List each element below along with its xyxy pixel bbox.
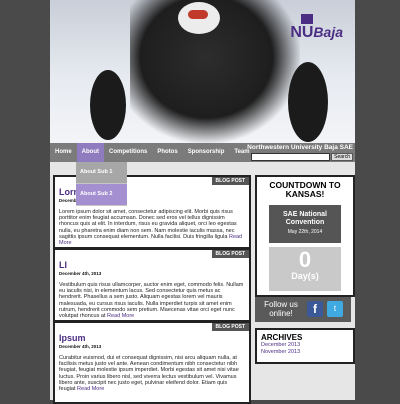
post-body: Curabitur euismod, dui et consequat dign… [59, 355, 245, 392]
blog-post: BLOG POST Ipsum December 4th, 2013 Curab… [53, 321, 251, 404]
countdown-heading: COUNTDOWN TO KANSAS! [269, 180, 341, 199]
follow-widget: Follow us online! f t [255, 297, 351, 322]
nav-about[interactable]: About [76, 143, 104, 162]
site-logo[interactable]: NUBaja [290, 24, 343, 42]
countdown-widget: COUNTDOWN TO KANSAS! SAE National Conven… [255, 175, 355, 297]
days-label: Day(s) [291, 271, 319, 281]
facebook-icon[interactable]: f [307, 301, 323, 317]
dropdown-item-about-sub-2[interactable]: About Sub 2 [76, 184, 127, 206]
post-title[interactable]: LI [59, 260, 249, 270]
post-date: December 4th, 2013 [59, 344, 102, 349]
dropdown-item-about-sub-1[interactable]: About Sub 1 [76, 162, 127, 184]
twitter-icon[interactable]: t [327, 301, 343, 317]
read-more-link[interactable]: Read More [107, 313, 134, 319]
hero-wheel-left [90, 70, 126, 140]
post-body: Lorem ipsum dolor sit amet, consectetur … [59, 209, 245, 246]
nav-sponsorship[interactable]: Sponsorship [183, 143, 230, 162]
nav-competitions[interactable]: Competitions [104, 143, 152, 162]
hero-wheel-right [288, 62, 328, 142]
search-button[interactable]: Search [331, 153, 353, 161]
nav-photos[interactable]: Photos [152, 143, 182, 162]
search-input[interactable] [251, 153, 331, 161]
hero-banner: NUBaja [50, 0, 355, 143]
archives-widget: ARCHIVES December 2013 November 2013 [255, 328, 355, 364]
post-tag: BLOG POST [211, 177, 249, 185]
days-number: 0 [298, 247, 312, 272]
follow-text: Follow us online! [264, 300, 298, 318]
read-more-link[interactable]: Read More [77, 386, 104, 392]
event-date: May 22th, 2014 [287, 229, 323, 235]
page-container: NUBaja Home About Competitions Photos Sp… [50, 0, 355, 404]
archive-link-november-2013[interactable]: November 2013 [261, 349, 353, 356]
logo-suffix: Baja [313, 24, 343, 40]
search-box: Search [251, 153, 353, 161]
post-body: Vestibulum quis risus ullamcorper, aucto… [59, 282, 245, 319]
post-text: Lorem ipsum dolor sit amet, consectetur … [59, 209, 237, 240]
logo-prefix: NU [290, 24, 314, 41]
archives-heading: ARCHIVES [261, 333, 303, 342]
main-nav: Home About Competitions Photos Sponsorsh… [50, 143, 355, 162]
event-name: SAE National Convention [283, 211, 327, 226]
archive-link-december-2013[interactable]: December 2013 [261, 342, 353, 349]
post-text: Vestibulum quis risus ullamcorper, aucto… [59, 282, 244, 320]
countdown-days: 0 Day(s) [269, 247, 341, 291]
header-title: Northwestern University Baja SAE [247, 144, 353, 151]
post-tag: BLOG POST [211, 250, 249, 258]
about-dropdown: About Sub 1 About Sub 2 [76, 162, 127, 206]
post-title[interactable]: Ipsum [59, 333, 249, 343]
logo-mark-icon [301, 14, 313, 24]
blog-post: BLOG POST LI December 4th, 2013 Vestibul… [53, 248, 251, 322]
hero-goggles [188, 10, 208, 19]
nav-home[interactable]: Home [50, 143, 77, 162]
post-date: December 4th, 2013 [59, 271, 102, 276]
countdown-event: SAE National Convention May 22th, 2014 [269, 205, 341, 243]
post-tag: BLOG POST [211, 323, 249, 331]
